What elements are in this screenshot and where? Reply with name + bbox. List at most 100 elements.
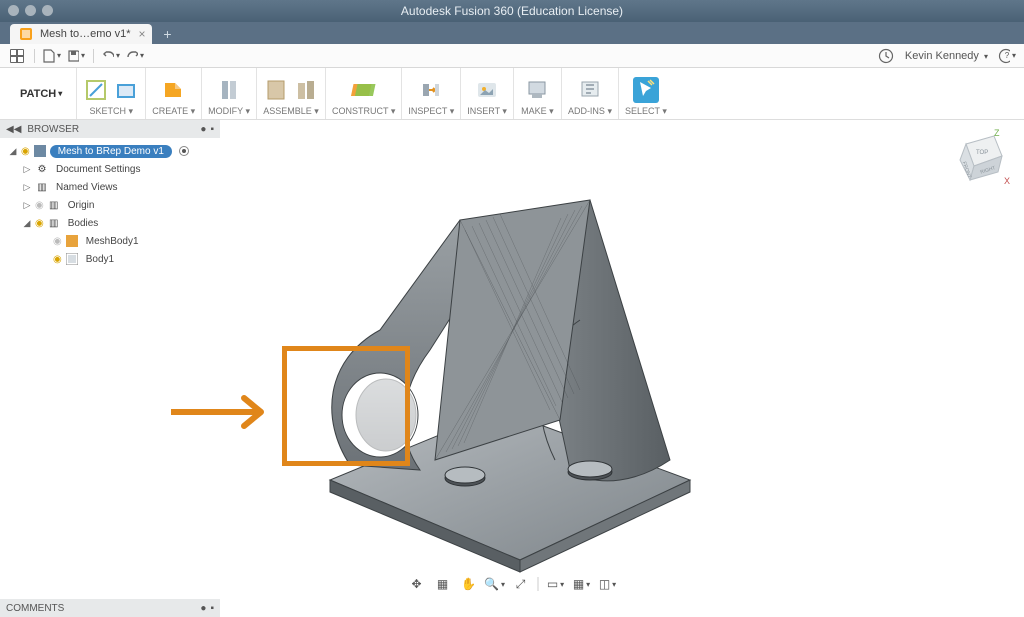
mesh-body-icon — [65, 234, 79, 248]
user-menu[interactable]: Kevin Kennedy ▾ — [905, 50, 988, 62]
quick-access-toolbar: ▾ ▾ ▾ ▾ Kevin Kennedy ▾ ?▾ — [0, 44, 1024, 68]
window-controls[interactable] — [8, 5, 53, 16]
solid-body-icon — [65, 252, 79, 266]
ribbon-group-insert[interactable]: INSERT ▾ — [461, 68, 514, 119]
look-at-button[interactable]: ▦ — [432, 575, 454, 593]
ribbon-group-construct[interactable]: CONSTRUCT ▾ — [326, 68, 402, 119]
ribbon-group-sketch[interactable]: SKETCH ▾ — [77, 68, 146, 119]
disclosure-triangle-icon[interactable]: ▷ — [22, 164, 32, 175]
grid-settings-button[interactable]: ▦▾ — [571, 575, 593, 593]
tree-label: Bodies — [64, 217, 103, 230]
ribbon-label: CREATE ▾ — [152, 106, 195, 117]
tree-item-document-settings[interactable]: ▷ ⚙ Document Settings — [4, 160, 220, 178]
orbit-button[interactable]: ✥ — [406, 575, 428, 593]
visibility-bulb-icon[interactable]: ◉ — [53, 236, 62, 247]
document-tab-label: Mesh to…emo v1* — [40, 28, 130, 40]
addins-icon[interactable] — [577, 77, 603, 103]
redo-button[interactable]: ▾ — [126, 47, 144, 65]
data-panel-button[interactable] — [8, 47, 26, 65]
fusion-doc-icon — [20, 28, 32, 40]
tree-item-bodies[interactable]: ◢ ◉ ▥ Bodies — [4, 214, 220, 232]
app-title: Autodesk Fusion 360 (Education License) — [401, 4, 623, 18]
ribbon-group-inspect[interactable]: INSPECT ▾ — [402, 68, 461, 119]
sketch-line-icon[interactable] — [83, 77, 109, 103]
collapse-icon[interactable]: ◀◀ — [6, 124, 21, 135]
active-component-radio[interactable] — [179, 146, 189, 156]
document-tab[interactable]: Mesh to…emo v1* × — [10, 24, 152, 44]
axis-z-label: Z — [994, 128, 1000, 138]
display-settings-button[interactable]: ▭▾ — [545, 575, 567, 593]
folder-icon: ▥ — [47, 216, 61, 230]
tree-item-body1[interactable]: ◉ Body1 — [4, 250, 220, 268]
chevron-down-icon: ▾ — [58, 89, 62, 98]
viewport-layout-button[interactable]: ◫▾ — [597, 575, 619, 593]
help-icon: ? — [1005, 51, 1009, 60]
zoom-button[interactable]: 🔍▾ — [484, 575, 506, 593]
assemble-icon[interactable] — [263, 77, 289, 103]
tree-label: Body1 — [82, 253, 118, 266]
ribbon-label: SKETCH ▾ — [90, 106, 134, 117]
zoom-window-icon[interactable] — [42, 5, 53, 16]
tree-item-named-views[interactable]: ▷ ▥ Named Views — [4, 178, 220, 196]
minimize-window-icon[interactable] — [25, 5, 36, 16]
disclosure-triangle-icon[interactable]: ◢ — [22, 218, 32, 229]
fit-button[interactable]: ⤢ — [510, 575, 532, 593]
sketch-rect-icon[interactable] — [113, 77, 139, 103]
tree-item-origin[interactable]: ▷ ◉ ▥ Origin — [4, 196, 220, 214]
ribbon-group-addins[interactable]: ADD-INS ▾ — [562, 68, 619, 119]
pan-button[interactable]: ✋ — [458, 575, 480, 593]
visibility-bulb-icon[interactable]: ◉ — [35, 218, 44, 229]
viewcube[interactable]: Z X TOP FRONT RIGHT — [946, 126, 1010, 190]
save-button[interactable]: ▾ — [67, 47, 85, 65]
panel-detach-icon[interactable]: ▪ — [210, 124, 214, 135]
tree-label: Origin — [64, 199, 99, 212]
workspace-label: PATCH — [20, 88, 56, 100]
visibility-bulb-icon[interactable]: ◉ — [21, 146, 30, 157]
ribbon-group-make[interactable]: MAKE ▾ — [514, 68, 562, 119]
ribbon-group-assemble[interactable]: ASSEMBLE ▾ — [257, 68, 326, 119]
construct-icon[interactable] — [351, 77, 377, 103]
browser-header[interactable]: ◀◀ BROWSER ● ▪ — [0, 120, 220, 138]
component-icon — [33, 144, 47, 158]
ribbon-group-create[interactable]: CREATE ▾ — [146, 68, 202, 119]
folder-icon: ▥ — [47, 198, 61, 212]
ribbon-label: MODIFY ▾ — [208, 106, 250, 117]
ribbon-group-select[interactable]: SELECT ▾ — [619, 68, 673, 119]
close-window-icon[interactable] — [8, 5, 19, 16]
ribbon-label: INSPECT ▾ — [408, 106, 454, 117]
disclosure-triangle-icon[interactable]: ▷ — [22, 200, 32, 211]
help-button[interactable]: ?▾ — [998, 47, 1016, 65]
close-tab-icon[interactable]: × — [138, 27, 145, 41]
make-icon[interactable] — [524, 77, 550, 103]
undo-button[interactable]: ▾ — [102, 47, 120, 65]
workspace-switcher[interactable]: PATCH ▾ — [6, 68, 77, 119]
insert-icon[interactable] — [474, 77, 500, 103]
visibility-bulb-icon[interactable]: ◉ — [53, 254, 62, 265]
annotation-highlight-box — [282, 346, 410, 466]
viewcube-top-label[interactable]: TOP — [976, 150, 988, 156]
visibility-bulb-icon[interactable]: ◉ — [35, 200, 44, 211]
new-tab-button[interactable]: + — [158, 24, 178, 44]
browser-panel: ◀◀ BROWSER ● ▪ ◢ ◉ Mesh to BRep Demo v1 … — [0, 120, 220, 268]
job-status-icon[interactable] — [877, 47, 895, 65]
tree-root[interactable]: ◢ ◉ Mesh to BRep Demo v1 — [4, 142, 220, 160]
ribbon-label: ADD-INS ▾ — [568, 106, 612, 117]
panel-detach-icon[interactable]: ▪ — [210, 603, 214, 614]
ribbon-label: SELECT ▾ — [625, 106, 667, 117]
file-menu-button[interactable]: ▾ — [43, 47, 61, 65]
disclosure-triangle-icon[interactable]: ◢ — [8, 146, 18, 157]
ribbon-group-modify[interactable]: MODIFY ▾ — [202, 68, 257, 119]
disclosure-triangle-icon[interactable]: ▷ — [22, 182, 32, 193]
comments-panel-header[interactable]: COMMENTS ● ▪ — [0, 599, 220, 617]
annotation-arrow-icon — [166, 382, 286, 442]
panel-settings-icon[interactable]: ● — [200, 603, 206, 614]
modify-icon[interactable] — [216, 77, 242, 103]
tree-item-meshbody[interactable]: ◉ MeshBody1 — [4, 232, 220, 250]
comments-title: COMMENTS — [6, 603, 64, 614]
create-icon[interactable] — [161, 77, 187, 103]
assemble-joint-icon[interactable] — [293, 77, 319, 103]
inspect-icon[interactable] — [418, 77, 444, 103]
axis-x-label: X — [1004, 176, 1010, 186]
select-icon[interactable] — [633, 77, 659, 103]
panel-settings-icon[interactable]: ● — [200, 124, 206, 135]
